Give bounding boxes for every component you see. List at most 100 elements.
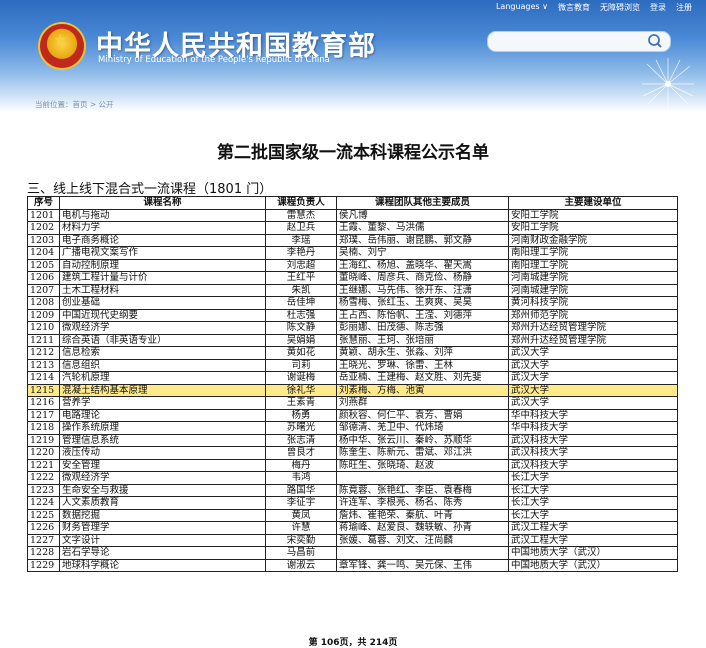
table-row: 1213 信息组织 司莉 王晓光、罗琳、徐雷、王林 武汉大学 <box>27 358 678 372</box>
weiyan-link[interactable]: 微言教育 <box>558 2 590 13</box>
cell-team: 颜秋容、何仁平、袁芳、曹娟 <box>336 408 509 422</box>
cell-no: 1204 <box>27 246 60 260</box>
cell-team: 王晓光、罗琳、徐雷、王林 <box>336 358 509 372</box>
table-row: 1205 自动控制原理 刘忠超 王海红、杨旭、盖晓华、翟天嵩 南阳理工学院 <box>27 258 678 272</box>
site-header: Languages ∨ 微言教育 无障碍浏览 登录 注册 ★ 中华人民共和国教育… <box>0 0 706 112</box>
cell-course-name: 岩石学导论 <box>59 546 266 560</box>
table-row: 1218 操作系统原理 苏曙光 邹德清、羌卫中、代炜琦 华中科技大学 <box>27 421 678 435</box>
table-row: 1214 汽轮机原理 谢诞梅 岳亚楠、王建梅、赵文胜、刘先斐 武汉大学 <box>27 371 678 385</box>
table-row: 1227 文字设计 宋奕勤 张媛、葛蓉、刘文、汪尚麟 武汉工程大学 <box>27 533 678 547</box>
cell-course-name: 人文素质教育 <box>59 496 266 510</box>
cell-lead: 杜志强 <box>265 308 337 322</box>
cell-no: 1227 <box>27 533 60 547</box>
table-row: 1210 微观经济学 陈文静 彭丽娜、田茂德、陈志强 郑州升达经贸管理学院 <box>27 321 678 335</box>
cell-course-name: 财务管理学 <box>59 521 266 535</box>
dandelion-decoration-icon <box>642 58 694 110</box>
cell-team: 王占西、陈怡帆、王滢、刘德萍 <box>336 308 509 322</box>
cell-course-name: 创业基础 <box>59 296 266 310</box>
cell-unit: 长江大学 <box>508 483 678 497</box>
cell-course-name: 信息组织 <box>59 358 266 372</box>
cell-lead: 黄如花 <box>265 346 337 360</box>
cell-lead: 路国华 <box>265 483 337 497</box>
accessibility-link[interactable]: 无障碍浏览 <box>600 2 640 13</box>
cell-unit: 武汉大学 <box>508 383 678 397</box>
cell-no: 1211 <box>27 333 60 347</box>
register-link[interactable]: 注册 <box>676 2 692 13</box>
cell-course-name: 混凝土结构基本原理 <box>59 383 266 397</box>
login-link[interactable]: 登录 <box>650 2 666 13</box>
cell-no: 1225 <box>27 508 60 522</box>
site-subtitle: Ministry of Education of the People's Re… <box>98 55 330 65</box>
cell-course-name: 地球科学概论 <box>59 558 266 572</box>
cell-lead: 王素青 <box>265 396 337 410</box>
cell-no: 1226 <box>27 521 60 535</box>
table-row: 1228 岩石学导论 马昌前 中国地质大学（武汉） <box>27 546 678 560</box>
table-row: 1209 中国近现代史纲要 杜志强 王占西、陈怡帆、王滢、刘德萍 郑州师范学院 <box>27 308 678 322</box>
cell-lead: 梅丹 <box>265 458 337 472</box>
breadcrumb: 当前位置：首页 > 公开 <box>35 100 114 109</box>
cell-unit: 武汉大学 <box>508 371 678 385</box>
cell-lead: 岳佳坤 <box>265 296 337 310</box>
cell-unit: 华中科技大学 <box>508 408 678 422</box>
cell-course-name: 微观经济学 <box>59 471 266 485</box>
cell-unit: 武汉大学 <box>508 346 678 360</box>
cell-team: 陈旺生、张晓琦、赵波 <box>336 458 509 472</box>
cell-lead: 曾良才 <box>265 446 337 460</box>
languages-link[interactable]: Languages ∨ <box>496 2 548 13</box>
cell-no: 1224 <box>27 496 60 510</box>
table-row: 1226 财务管理学 许慧 蒋瑜峰、赵爱良、魏轶敏、孙青 武汉工程大学 <box>27 521 678 535</box>
top-nav: Languages ∨ 微言教育 无障碍浏览 登录 注册 <box>496 2 692 13</box>
search-button[interactable] <box>645 31 665 50</box>
table-row: 1202 材料力学 赵卫兵 王霞、董黎、马洪儒 安阳工学院 <box>27 221 678 235</box>
cell-no: 1216 <box>27 396 60 410</box>
cell-unit: 安阳工学院 <box>508 221 678 235</box>
cell-team: 王海红、杨旭、盖晓华、翟天嵩 <box>336 258 509 272</box>
cell-no: 1201 <box>27 208 60 222</box>
cell-course-name: 液压传动 <box>59 446 266 460</box>
cell-unit: 郑州升达经贸管理学院 <box>508 321 678 335</box>
cell-lead: 吴娟娟 <box>265 333 337 347</box>
cell-team: 章军锋、龚一鸣、吴元保、王伟 <box>336 558 509 572</box>
cell-course-name: 广播电视文案写作 <box>59 246 266 260</box>
cell-team: 许连军、李根亮、杨名、陈秀 <box>336 496 509 510</box>
cell-no: 1214 <box>27 371 60 385</box>
cell-course-name: 汽轮机原理 <box>59 371 266 385</box>
cell-unit: 安阳工学院 <box>508 208 678 222</box>
cell-no: 1212 <box>27 346 60 360</box>
cell-no: 1218 <box>27 421 60 435</box>
column-header-lead: 课程负责人 <box>265 196 337 210</box>
cell-course-name: 电路理论 <box>59 408 266 422</box>
table-row: 1201 电机与拖动 雷慧杰 侯凡博 安阳工学院 <box>27 208 678 222</box>
cell-lead: 许慧 <box>265 521 337 535</box>
column-header-unit: 主要建设单位 <box>508 196 678 210</box>
cell-no: 1208 <box>27 296 60 310</box>
cell-team: 张慧丽、王珂、张培丽 <box>336 333 509 347</box>
national-emblem-icon: ★ <box>40 24 84 68</box>
table-row: 1224 人文素质教育 李征宇 许连军、李根亮、杨名、陈秀 长江大学 <box>27 496 678 510</box>
table-row: 1208 创业基础 岳佳坤 杨雪梅、张红玉、王爽爽、吴昊 黄河科技学院 <box>27 296 678 310</box>
cell-course-name: 管理信息系统 <box>59 433 266 447</box>
cell-team: 刘素梅、方梅、池寅 <box>336 383 509 397</box>
cell-team: 张媛、葛蓉、刘文、汪尚麟 <box>336 533 509 547</box>
cell-team: 侯凡博 <box>336 208 509 222</box>
cell-course-name: 安全管理 <box>59 458 266 472</box>
cell-team: 陈奎生、陈新元、雷斌、邓江洪 <box>336 446 509 460</box>
cell-unit: 郑州升达经贸管理学院 <box>508 333 678 347</box>
cell-lead: 杨勇 <box>265 408 337 422</box>
cell-unit: 武汉工程大学 <box>508 521 678 535</box>
cell-team: 杨雪梅、张红玉、王爽爽、吴昊 <box>336 296 509 310</box>
search-input[interactable] <box>487 31 671 52</box>
cell-no: 1223 <box>27 483 60 497</box>
table-header-row: 序号 课程名称 课程负责人 课程团队其他主要成员 主要建设单位 <box>27 196 678 210</box>
cell-unit: 武汉工程大学 <box>508 533 678 547</box>
cell-no: 1213 <box>27 358 60 372</box>
cell-unit: 长江大学 <box>508 496 678 510</box>
table-row: 1204 广播电视文案写作 李艳丹 吴楠、刘宁 南阳理工学院 <box>27 246 678 260</box>
cell-unit: 武汉大学 <box>508 396 678 410</box>
cell-unit: 黄河科技学院 <box>508 296 678 310</box>
cell-no: 1206 <box>27 271 60 285</box>
cell-course-name: 土木工程材料 <box>59 283 266 297</box>
cell-no: 1220 <box>27 446 60 460</box>
page-footer: 第 106页，共 214页 <box>308 638 398 648</box>
table-row: 1207 土木工程材料 朱凯 王继娜、马先伟、徐开东、汪潇 河南城建学院 <box>27 283 678 297</box>
